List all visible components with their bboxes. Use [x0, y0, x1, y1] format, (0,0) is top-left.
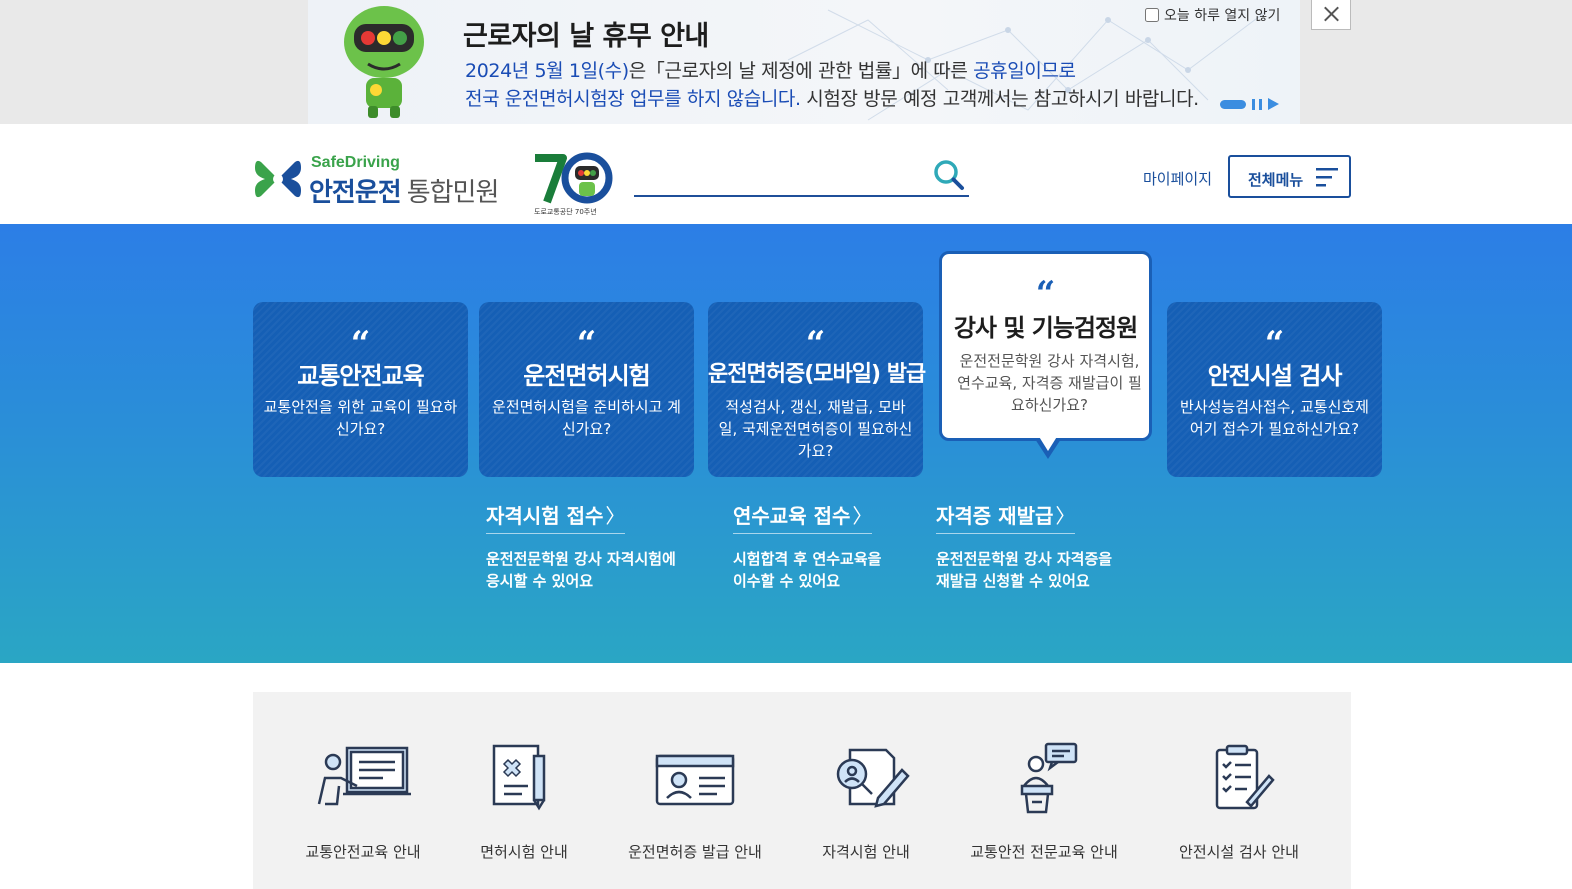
service-card-desc: 교통안전을 위한 교육이 필요하신가요? [263, 398, 458, 438]
sub-link-title[interactable]: 연수교육 접수 〉 [733, 500, 873, 534]
quick-item-label: 교통안전 전문교육 안내 [970, 843, 1118, 861]
service-card-title: 안전시설 검사 [1207, 362, 1343, 390]
sub-link-qualification-exam[interactable]: 자격시험 접수 〉 운전전문학원 강사 자격시험에응시할 수 있어요 [486, 500, 676, 592]
quote-icon: “ [805, 324, 826, 364]
lecture-podium-icon [1020, 742, 1078, 814]
logo-title-main: 안전운전 [309, 178, 402, 208]
banner-slide-controls [1220, 96, 1290, 112]
quick-item-label: 안전시설 검사 안내 [1179, 843, 1299, 861]
play-icon[interactable] [1268, 98, 1279, 110]
main-service-section: “ 교통안전교육 교통안전을 위한 교육이 필요하신가요? “ 운전면허시험 운… [0, 224, 1572, 663]
search-input[interactable] [634, 158, 919, 192]
chevron-right-icon: 〉 [605, 504, 626, 528]
service-card-desc: 운전면허시험을 준비하시고 계신가요? [492, 398, 681, 438]
today-close-option[interactable]: 오늘 하루 열지 않기 [1145, 5, 1280, 25]
sub-link-desc-line: 운전전문학원 강사 자격시험에 [486, 550, 676, 568]
service-card-title: 운전면허증(모바일) 발급 [708, 362, 926, 387]
service-card-license-exam[interactable]: “ 운전면허시험 운전면허시험을 준비하시고 계신가요? [479, 302, 694, 477]
sub-link-title-text: 자격시험 접수 [486, 504, 604, 528]
notice-date: 2024년 5월 1일(수) [465, 60, 629, 82]
all-menu-button[interactable]: 전체메뉴 [1228, 155, 1351, 198]
service-card-desc: 운전전문학원 강사 자격시험, 연수교육, 자격증 재발급이 필요하신가요? [957, 352, 1142, 414]
chevron-right-icon: 〉 [852, 504, 873, 528]
all-menu-label: 전체메뉴 [1248, 171, 1304, 189]
logo-title: 안전운전 통합민원 [309, 172, 500, 209]
service-card-title: 운전면허시험 [523, 362, 650, 390]
sub-link-desc: 시험합격 후 연수교육을이수할 수 있어요 [733, 548, 881, 592]
sub-link-title[interactable]: 자격증 재발급 〉 [936, 500, 1076, 534]
banner-close-button[interactable] [1311, 0, 1351, 30]
quick-service-panel: 교통안전교육 안내 면허시험 안내 운전면허증 발급 안내 자격시험 안내 교통… [253, 692, 1351, 889]
quick-item-label: 자격시험 안내 [822, 843, 910, 861]
hamburger-menu-icon [1316, 168, 1338, 187]
exam-search-icon [836, 748, 910, 808]
search-bar [634, 154, 969, 197]
slide-indicator[interactable] [1220, 100, 1246, 109]
sub-link-title-text: 자격증 재발급 [936, 504, 1054, 528]
notice-line-1: 2024년 5월 1일(수)은「근로자의 날 제정에 관한 법률」에 따른 공휴… [465, 56, 1076, 83]
sub-link-desc-line: 운전전문학원 강사 자격증을 [936, 550, 1113, 568]
quote-icon: “ [576, 324, 597, 364]
site-logo[interactable]: SafeDriving 안전운전 통합민원 도로교통공단 70주년 [253, 152, 623, 216]
quick-item-label: 교통안전교육 안내 [305, 843, 421, 861]
service-card-traffic-education[interactable]: “ 교통안전교육 교통안전을 위한 교육이 필요하신가요? [253, 302, 468, 477]
quick-item-traffic-education[interactable]: 교통안전교육 안내 [273, 742, 453, 862]
sub-link-desc: 운전전문학원 강사 자격증을재발급 신청할 수 있어요 [936, 548, 1112, 592]
quote-icon: “ [1035, 274, 1056, 314]
service-card-safety-facility[interactable]: “ 안전시설 검사 반사성능검사접수, 교통신호제어기 접수가 필요하신가요? [1167, 302, 1382, 477]
service-card-title: 교통안전교육 [297, 362, 424, 390]
quote-icon: “ [1264, 324, 1285, 364]
anniversary-caption: 도로교통공단 70주년 [534, 207, 597, 216]
service-card-desc: 적성검사, 갱신, 재발급, 모바일, 국제운전면허증이 필요하신가요? [718, 398, 913, 460]
search-icon[interactable] [932, 158, 966, 192]
logo-title-gray: 통합민원 [406, 178, 500, 208]
sub-link-desc: 운전전문학원 강사 자격시험에응시할 수 있어요 [486, 548, 676, 592]
today-close-label: 오늘 하루 열지 않기 [1164, 8, 1281, 24]
site-header: SafeDriving 안전운전 통합민원 도로교통공단 70주년 마이페이지 전… [0, 124, 1572, 224]
notice-text-b: 시험장 방문 예정 고객께서는 참고하시기 바랍니다. [800, 88, 1199, 110]
notice-title: 근로자의 날 휴무 안내 [463, 21, 709, 52]
service-card-instructor[interactable]: “ 강사 및 기능검정원 운전전문학원 강사 자격시험, 연수교육, 자격증 재… [939, 251, 1152, 459]
sub-link-desc-line: 이수할 수 있어요 [733, 572, 841, 590]
service-card-title: 강사 및 기능검정원 [953, 314, 1138, 342]
quick-item-license-exam[interactable]: 면허시험 안내 [434, 742, 614, 862]
document-pen-icon [492, 744, 546, 811]
clover-logo-icon [255, 160, 301, 198]
anniversary-70-emblem-icon: 도로교통공단 70주년 [534, 152, 613, 216]
today-close-checkbox[interactable] [1145, 8, 1159, 22]
teacher-board-icon [317, 746, 411, 806]
service-card-license-issue[interactable]: “ 운전면허증(모바일) 발급 적성검사, 갱신, 재발급, 모바일, 국제운전… [708, 302, 926, 477]
id-card-icon [655, 754, 735, 806]
quick-item-expert-education[interactable]: 교통안전 전문교육 안내 [954, 742, 1134, 862]
sub-link-desc-line: 재발급 신청할 수 있어요 [936, 572, 1090, 590]
checklist-icon [1215, 744, 1275, 810]
service-card-desc: 반사성능검사접수, 교통신호제어기 접수가 필요하신가요? [1180, 398, 1369, 438]
sub-link-title[interactable]: 자격시험 접수 〉 [486, 500, 626, 534]
sub-link-reissue[interactable]: 자격증 재발급 〉 운전전문학원 강사 자격증을재발급 신청할 수 있어요 [936, 500, 1112, 592]
quick-item-label: 운전면허증 발급 안내 [628, 843, 762, 861]
quick-item-qualification-exam[interactable]: 자격시험 안내 [776, 742, 956, 862]
sub-link-desc-line: 시험합격 후 연수교육을 [733, 550, 882, 568]
sub-link-training[interactable]: 연수교육 접수 〉 시험합격 후 연수교육을이수할 수 있어요 [733, 500, 881, 592]
notice-banner: 근로자의 날 휴무 안내 2024년 5월 1일(수)은「근로자의 날 제정에 … [0, 0, 1572, 124]
notice-highlight-a: 공휴일이므로 [973, 60, 1076, 82]
sub-link-title-text: 연수교육 접수 [733, 504, 851, 528]
sub-link-desc-line: 응시할 수 있어요 [486, 572, 594, 590]
notice-text-a: 은「근로자의 날 제정에 관한 법률」에 따른 [628, 60, 974, 82]
chevron-right-icon: 〉 [1055, 504, 1076, 528]
quick-item-license-issue[interactable]: 운전면허증 발급 안내 [605, 742, 785, 862]
quote-icon: “ [350, 324, 371, 364]
notice-highlight-b: 전국 운전면허시험장 업무를 하지 않습니다. [465, 88, 801, 110]
pause-icon[interactable] [1252, 99, 1262, 110]
logo-subtitle: SafeDriving [311, 154, 400, 171]
quick-item-label: 면허시험 안내 [480, 843, 568, 861]
traffic-light-mascot-icon [344, 6, 424, 118]
mypage-link[interactable]: 마이페이지 [1143, 168, 1212, 189]
quick-item-safety-facility[interactable]: 안전시설 검사 안내 [1149, 742, 1329, 862]
speech-tail [1035, 435, 1061, 459]
notice-line-2: 전국 운전면허시험장 업무를 하지 않습니다. 시험장 방문 예정 고객께서는 … [465, 84, 1199, 111]
